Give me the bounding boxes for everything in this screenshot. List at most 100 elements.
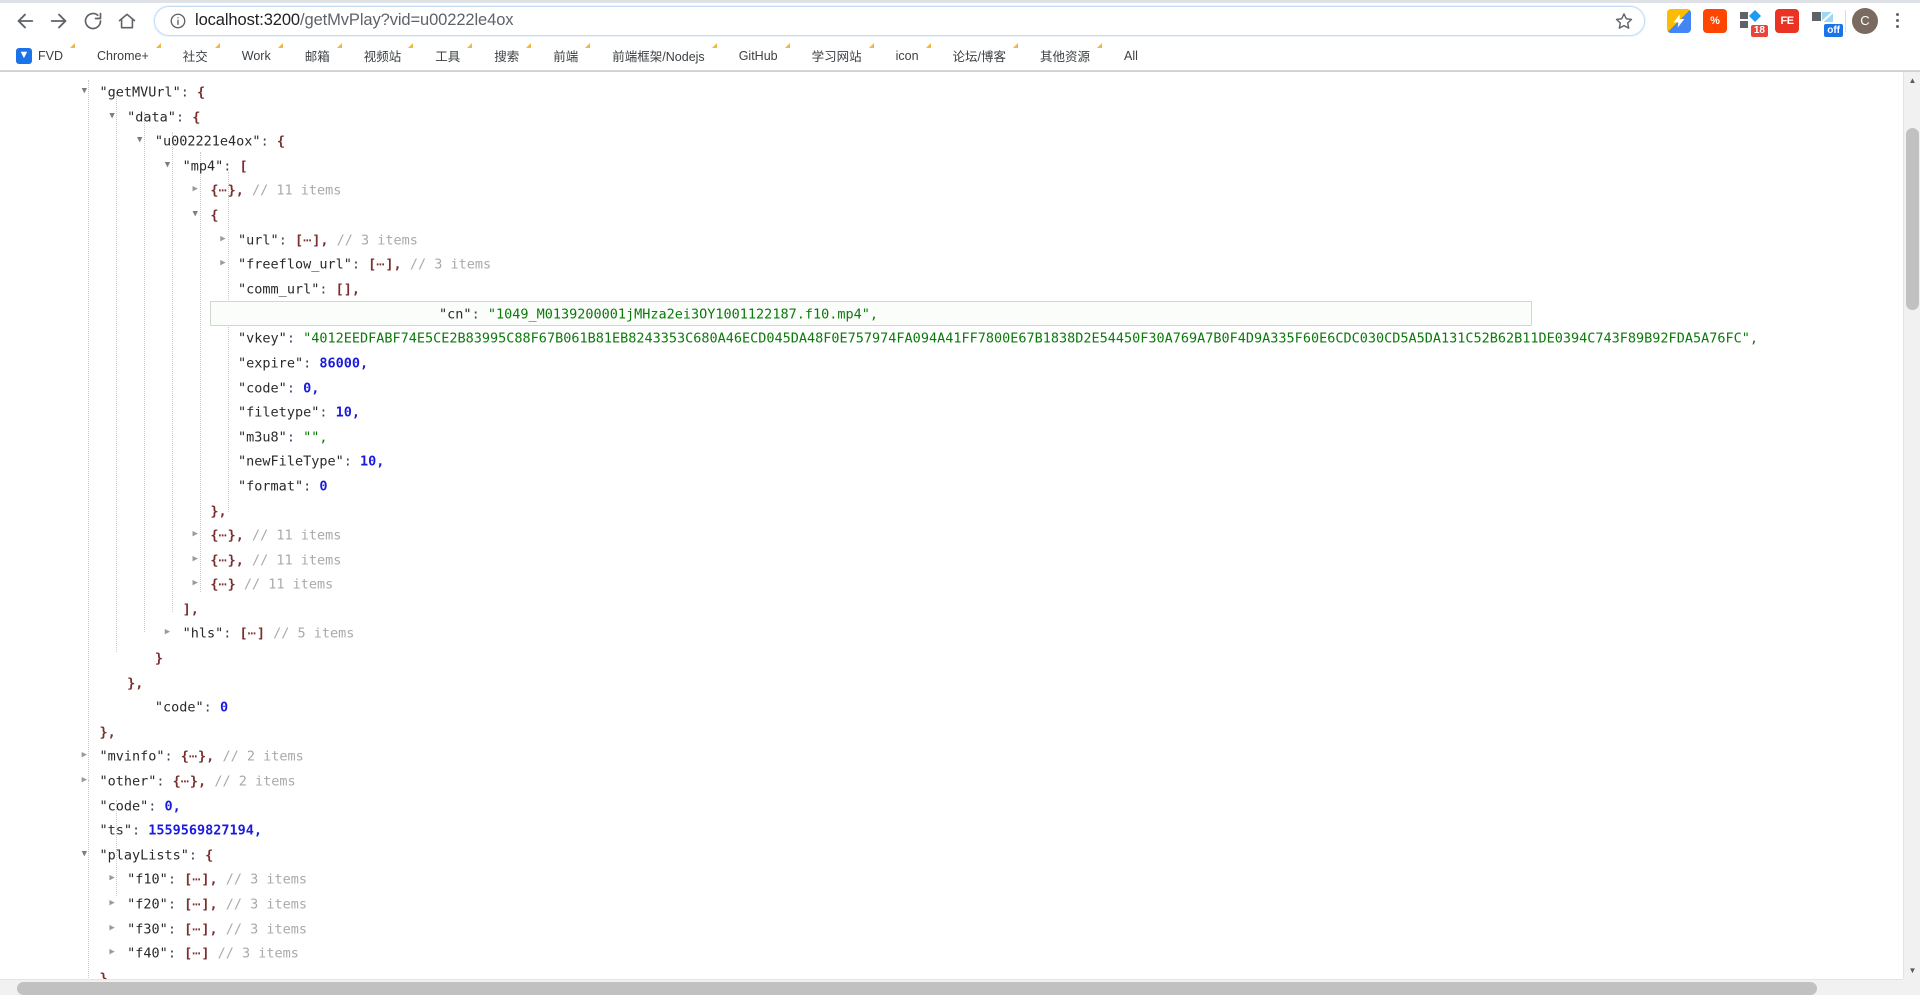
json-row[interactable]: ▶ "hls": [⋯] // 5 items (10, 621, 1903, 646)
json-row[interactable]: }, (10, 499, 1903, 524)
collapse-triangle-icon[interactable]: ▼ (77, 79, 91, 104)
fvd-video-downloader-extension[interactable] (1667, 8, 1691, 33)
youdao-translate-extension[interactable]: % (1703, 8, 1727, 33)
json-row[interactable]: ▼ "data": { (10, 105, 1903, 130)
json-row[interactable]: ▶ "f10": [⋯], // 3 items (10, 867, 1903, 892)
json-row[interactable]: ▼ "playLists": { (10, 843, 1903, 868)
scroll-down-arrow[interactable]: ▼ (1904, 962, 1920, 979)
puzzle-extension[interactable]: 18 (1739, 9, 1768, 37)
expand-triangle-icon[interactable]: ▶ (216, 251, 230, 276)
json-row[interactable]: "ts": 1559569827194, (10, 818, 1903, 843)
adblock-off-extension[interactable]: off (1811, 9, 1843, 37)
json-row[interactable]: "code": 0, (10, 794, 1903, 819)
json-viewer[interactable]: ▼ "getMVUrl": {▼ "data": {▼ "u002221e4ox… (0, 80, 1903, 990)
json-ellipsis: ⋯ (192, 871, 202, 888)
json-row[interactable]: ▼ "mp4": [ (10, 154, 1903, 179)
collapse-triangle-icon[interactable]: ▼ (160, 153, 174, 178)
fe-helper-extension[interactable]: FE (1775, 8, 1799, 33)
bookmark-item[interactable]: 视频站 (338, 43, 410, 68)
json-row-highlighted[interactable]: "cn": "1049_M0139200001jMHza2ei3OY100112… (210, 301, 1532, 327)
expand-triangle-icon[interactable]: ▶ (105, 940, 119, 965)
back-button[interactable] (8, 4, 42, 38)
vertical-scrollbar-thumb[interactable] (1906, 128, 1919, 310)
puzzle-badge: 18 (1750, 24, 1768, 37)
json-row[interactable]: "filetype": 10, (10, 400, 1903, 425)
json-row[interactable]: "code": 0 (10, 695, 1903, 720)
horizontal-scrollbar-thumb[interactable] (17, 982, 1817, 995)
collapse-triangle-icon[interactable]: ▼ (77, 842, 91, 867)
address-bar[interactable]: localhost:3200/getMvPlay?vid=u00222le4ox (154, 5, 1645, 36)
json-row[interactable]: ▶ {⋯}, // 11 items (10, 548, 1903, 573)
bookmark-item[interactable]: 邮箱 (279, 43, 338, 68)
triangle-placeholder (216, 375, 230, 400)
expand-triangle-icon[interactable]: ▶ (77, 743, 91, 768)
expand-triangle-icon[interactable]: ▶ (188, 547, 202, 572)
forward-button[interactable] (42, 4, 76, 38)
expand-triangle-icon[interactable]: ▶ (188, 522, 202, 547)
json-row[interactable]: "newFileType": 10, (10, 449, 1903, 474)
bookmark-item[interactable]: ▼ FVD (12, 45, 71, 67)
json-row[interactable]: ▶ "f20": [⋯], // 3 items (10, 892, 1903, 917)
bookmark-item[interactable]: 论坛/博客 (927, 43, 1014, 68)
bookmark-item[interactable]: All (1098, 45, 1146, 67)
json-row[interactable]: "code": 0, (10, 376, 1903, 401)
expand-triangle-icon[interactable]: ▶ (188, 177, 202, 202)
json-row[interactable]: ▶ {⋯} // 11 items (10, 572, 1903, 597)
json-row[interactable]: ▶ "mvinfo": {⋯}, // 2 items (10, 744, 1903, 769)
expand-triangle-icon[interactable]: ▶ (77, 768, 91, 793)
kebab-menu-icon[interactable] (1884, 8, 1910, 34)
json-row[interactable]: ▼ "getMVUrl": { (10, 80, 1903, 105)
json-row[interactable]: } (10, 646, 1903, 671)
bookmark-item[interactable]: 搜索 (468, 43, 527, 68)
info-circle-icon[interactable] (169, 12, 187, 30)
bookmark-item[interactable]: GitHub (713, 45, 786, 67)
json-row[interactable]: ▶ {⋯}, // 11 items (10, 178, 1903, 203)
collapse-triangle-icon[interactable]: ▼ (133, 128, 147, 153)
json-row[interactable]: }, (10, 671, 1903, 696)
json-row[interactable]: ▶ "other": {⋯}, // 2 items (10, 769, 1903, 794)
json-row[interactable]: ▶ "f30": [⋯], // 3 items (10, 917, 1903, 942)
expand-triangle-icon[interactable]: ▶ (105, 866, 119, 891)
json-row[interactable]: ▶ "f40": [⋯] // 3 items (10, 941, 1903, 966)
json-row[interactable]: ▶ {⋯}, // 11 items (10, 523, 1903, 548)
collapse-triangle-icon[interactable]: ▼ (105, 104, 119, 129)
triangle-placeholder (133, 645, 147, 670)
json-row[interactable]: ], (10, 597, 1903, 622)
bookmark-item[interactable]: 工具 (409, 43, 468, 68)
address-bar-text[interactable]: localhost:3200/getMvPlay?vid=u00222le4ox (195, 11, 1608, 30)
horizontal-scrollbar[interactable] (0, 979, 1903, 995)
bookmark-item[interactable]: icon (870, 45, 927, 67)
vertical-scrollbar[interactable]: ▲ ▼ (1903, 72, 1920, 995)
bookmark-item[interactable]: 其他资源 (1014, 43, 1098, 68)
bookmark-item[interactable]: 学习网站 (786, 43, 870, 68)
expand-triangle-icon[interactable]: ▶ (160, 620, 174, 645)
json-row[interactable]: }, (10, 720, 1903, 745)
json-row[interactable]: ▶ "freeflow_url": [⋯], // 3 items (10, 252, 1903, 277)
collapse-triangle-icon[interactable]: ▼ (188, 202, 202, 227)
expand-triangle-icon[interactable]: ▶ (105, 916, 119, 941)
expand-triangle-icon[interactable]: ▶ (216, 227, 230, 252)
profile-avatar[interactable]: C (1852, 7, 1878, 34)
bookmark-item[interactable]: 前端 (527, 43, 586, 68)
json-row[interactable]: "format": 0 (10, 474, 1903, 499)
json-row[interactable]: "comm_url": [], (10, 277, 1903, 302)
expand-triangle-icon[interactable]: ▶ (188, 571, 202, 596)
json-viewer-scroll[interactable]: ▼ "getMVUrl": {▼ "data": {▼ "u002221e4ox… (0, 72, 1903, 995)
bookmark-item[interactable]: Work (216, 45, 279, 67)
scroll-up-arrow[interactable]: ▲ (1904, 72, 1920, 89)
bookmark-item[interactable]: Chrome+ (71, 45, 157, 67)
json-row[interactable]: ▶ "url": [⋯], // 3 items (10, 228, 1903, 253)
json-row[interactable]: "vkey": "4012EEDFABF74E5CE2B83995C88F67B… (10, 326, 1903, 351)
home-button[interactable] (110, 4, 144, 38)
bookmark-star-icon[interactable] (1614, 11, 1634, 31)
json-row[interactable]: "m3u8": "", (10, 425, 1903, 450)
reload-button[interactable] (76, 4, 110, 38)
json-key: "m3u8" (238, 429, 287, 446)
json-row[interactable]: "expire": 86000, (10, 351, 1903, 376)
bookmark-item[interactable]: 前端框架/Nodejs (586, 43, 712, 68)
json-row[interactable]: ▼ { (10, 203, 1903, 228)
expand-triangle-icon[interactable]: ▶ (105, 891, 119, 916)
json-colon: : (167, 920, 176, 937)
bookmark-item[interactable]: 社交 (157, 43, 216, 68)
json-row[interactable]: ▼ "u002221e4ox": { (10, 129, 1903, 154)
